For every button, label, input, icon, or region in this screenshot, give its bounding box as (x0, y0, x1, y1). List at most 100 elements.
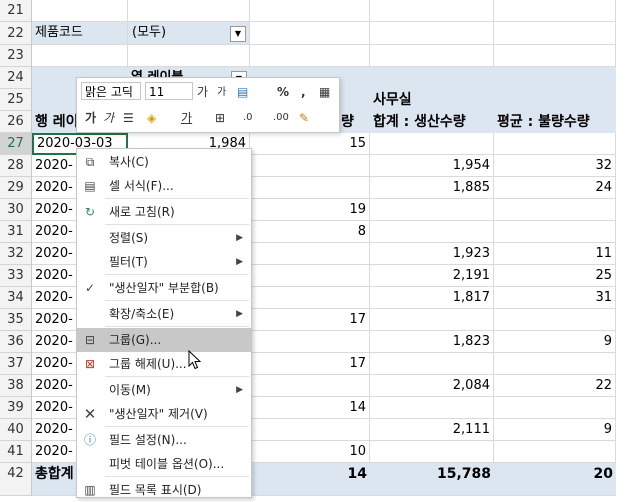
cell[interactable] (250, 155, 370, 177)
row-header[interactable]: 39 (0, 397, 32, 419)
cell[interactable]: 1,954 (370, 155, 494, 177)
cell[interactable] (494, 353, 616, 375)
menu-item-copy[interactable]: ⧉ 복사(C) (77, 150, 251, 174)
cell[interactable]: 2,191 (370, 265, 494, 287)
row-header[interactable]: 32 (0, 243, 32, 265)
menu-item-remove-field[interactable]: ✕ "생산일자" 제거(V) (77, 402, 251, 426)
row-header[interactable]: 25 (0, 89, 32, 111)
cell[interactable] (494, 397, 616, 419)
row-header[interactable]: 22 (0, 22, 32, 45)
cell[interactable] (370, 199, 494, 221)
cell[interactable]: 14 (250, 397, 370, 419)
font-size-select[interactable]: 11 (145, 82, 193, 100)
italic-icon[interactable]: 가 (103, 108, 114, 128)
cell[interactable]: 8 (250, 221, 370, 243)
cell[interactable] (250, 331, 370, 353)
row-header[interactable]: 24 (0, 67, 32, 89)
row-header[interactable]: 36 (0, 331, 32, 353)
format-painter-icon[interactable]: ✎ (299, 108, 309, 128)
report-filter-label[interactable]: 제품코드 (32, 22, 128, 45)
menu-item-refresh[interactable]: ↻ 새로 고침(R) (77, 200, 251, 224)
increase-decimal-icon[interactable]: .0 (243, 108, 253, 128)
grand-total-value[interactable]: 14 (250, 463, 370, 485)
cell[interactable] (250, 177, 370, 199)
borders-icon[interactable]: ⊞ (215, 108, 225, 128)
row-header[interactable]: 40 (0, 419, 32, 441)
row-header[interactable]: 34 (0, 287, 32, 309)
cell[interactable]: 2,084 (370, 375, 494, 397)
cell[interactable]: 15 (250, 133, 370, 155)
menu-item-move[interactable]: 이동(M) ▶ (77, 378, 251, 402)
comma-style-icon[interactable]: , (301, 82, 306, 102)
cell[interactable]: 9 (494, 419, 616, 441)
cell[interactable]: 9 (494, 331, 616, 353)
row-header[interactable]: 38 (0, 375, 32, 397)
menu-item-filter[interactable]: 필터(T) ▶ (77, 250, 251, 274)
report-filter-value[interactable]: (모두) ▼ (128, 22, 250, 45)
bold-icon[interactable]: 가 (85, 108, 96, 128)
row-header[interactable]: 31 (0, 221, 32, 243)
cell[interactable] (32, 45, 128, 67)
cell[interactable]: 2,111 (370, 419, 494, 441)
cell[interactable] (250, 22, 370, 45)
menu-item-ungroup[interactable]: ⊠ 그룹 해제(U)... (77, 352, 251, 376)
cell[interactable]: 31 (494, 287, 616, 309)
filter-dropdown-icon[interactable]: ▼ (230, 26, 246, 42)
cell[interactable] (250, 375, 370, 397)
row-header[interactable]: 29 (0, 177, 32, 199)
cell[interactable]: 19 (250, 199, 370, 221)
cell[interactable] (370, 309, 494, 331)
cell[interactable] (32, 0, 128, 22)
cell[interactable] (370, 0, 494, 22)
font-name-select[interactable]: 맑은 고딕 (81, 82, 141, 100)
cell[interactable]: 24 (494, 177, 616, 199)
row-header[interactable]: 23 (0, 45, 32, 67)
cell[interactable]: 25 (494, 265, 616, 287)
cell[interactable] (370, 133, 494, 155)
row-header[interactable]: 27 (0, 133, 32, 155)
align-center-icon[interactable]: ☰ (123, 108, 134, 128)
row-header[interactable]: 41 (0, 441, 32, 463)
menu-item-sort[interactable]: 정렬(S) ▶ (77, 226, 251, 250)
percent-style-icon[interactable]: % (277, 82, 289, 102)
row-header[interactable]: 35 (0, 309, 32, 331)
grand-total-sum[interactable]: 15,788 (370, 463, 494, 485)
menu-item-subtotal[interactable]: ✓ "생산일자" 부분합(B) (77, 276, 251, 300)
cell[interactable] (250, 243, 370, 265)
grow-font-icon[interactable]: 가 (197, 82, 208, 102)
cell[interactable]: 1,885 (370, 177, 494, 199)
menu-item-format-cells[interactable]: ▤ 셀 서식(F)... (77, 174, 251, 198)
row-header[interactable]: 30 (0, 199, 32, 221)
cell[interactable] (370, 441, 494, 463)
cell[interactable] (370, 397, 494, 419)
cell[interactable]: 1,817 (370, 287, 494, 309)
menu-item-field-settings[interactable]: ⓘ 필드 설정(N)... (77, 428, 251, 452)
cell[interactable] (494, 22, 616, 45)
cell[interactable] (250, 265, 370, 287)
menu-item-pivot-options[interactable]: 피벗 테이블 옵션(O)... (77, 452, 251, 476)
cell[interactable] (494, 309, 616, 331)
decrease-decimal-icon[interactable]: .00 (273, 108, 289, 128)
cell[interactable] (128, 0, 250, 22)
cell[interactable]: 1,923 (370, 243, 494, 265)
cell[interactable] (494, 0, 616, 22)
cell[interactable] (250, 45, 370, 67)
cell[interactable] (250, 287, 370, 309)
row-header[interactable]: 37 (0, 353, 32, 375)
row-header[interactable]: 21 (0, 0, 32, 22)
cell[interactable] (494, 133, 616, 155)
format-painter-table-icon[interactable]: ▦ (319, 82, 330, 102)
row-header[interactable]: 42 (0, 463, 32, 496)
cell[interactable] (494, 441, 616, 463)
grand-total-avg[interactable]: 20 (494, 463, 616, 485)
cell[interactable] (370, 221, 494, 243)
cell[interactable]: 32 (494, 155, 616, 177)
menu-item-group[interactable]: ⊟ 그룹(G)... (77, 328, 251, 352)
cell[interactable] (370, 45, 494, 67)
cell[interactable] (494, 45, 616, 67)
font-color-icon[interactable]: 가 (181, 108, 192, 128)
fill-color-icon[interactable]: ◈ (147, 108, 156, 128)
cell[interactable]: 17 (250, 309, 370, 331)
cell[interactable] (370, 22, 494, 45)
menu-item-field-list[interactable]: ▥ 필드 목록 표시(D) (77, 478, 251, 502)
